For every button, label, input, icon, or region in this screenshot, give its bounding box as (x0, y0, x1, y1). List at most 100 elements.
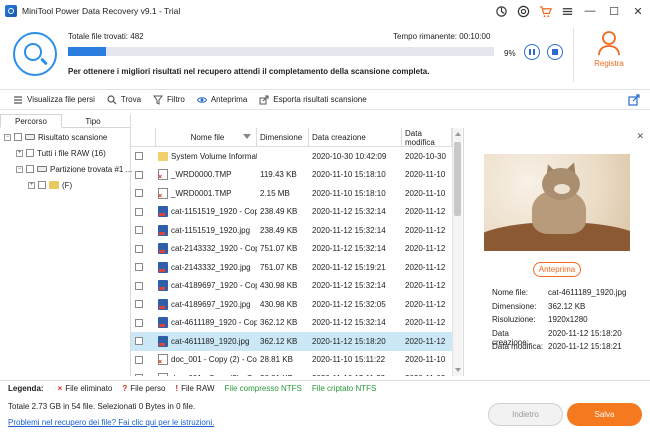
register-button[interactable]: Registra (584, 30, 634, 68)
help-link[interactable]: Problemi nel recupero dei file? Fai clic… (8, 418, 214, 427)
eye-icon (196, 96, 207, 103)
tree-node-partition[interactable]: − Partizione trovata #1 ... (16, 162, 132, 176)
legend-raw: ! File RAW (175, 384, 214, 393)
row-checkbox[interactable] (135, 355, 143, 364)
file-size: 28.81 KB (257, 374, 309, 376)
row-checkbox[interactable] (135, 244, 143, 253)
filter-label: Filtro (167, 95, 185, 104)
find-button[interactable]: Trova (107, 94, 141, 105)
file-modified: 2020-11-12 (405, 336, 446, 346)
menu-icon[interactable] (556, 0, 578, 22)
row-checkbox[interactable] (135, 170, 143, 179)
row-checkbox[interactable] (135, 226, 143, 235)
header-created[interactable]: Data creazione (309, 128, 402, 147)
row-checkbox[interactable] (135, 300, 143, 309)
table-row[interactable]: cat-1151519_1920 - Copy...238.49 KB 2020-… (131, 203, 452, 222)
table-row[interactable]: ×doc_001 - Copy (2) - Co...28.81 KB2020-… (131, 351, 452, 370)
file-modified: 2020-11-12 (405, 281, 446, 291)
back-button[interactable]: Indietro (488, 403, 563, 426)
tab-type[interactable]: Tipo (62, 114, 124, 128)
scan-magnifier-icon (13, 32, 57, 76)
header-modified[interactable]: Data modifica (402, 128, 452, 147)
table-row[interactable]: ×doc_001 - Copy (2) - Co...28.81 KB2020-… (131, 369, 452, 376)
cart-icon[interactable] (534, 0, 556, 22)
table-row[interactable]: cat-2143332_1920.jpg 751.07 KB 2020-11-12 … (131, 258, 452, 277)
row-checkbox-cell (131, 281, 156, 290)
export-results-button[interactable]: Esporta risultati scansione (259, 95, 367, 105)
file-name: doc_001 - Copy (2) - Co... (171, 374, 257, 376)
file-name-cell: cat-2143332_1920.jpg (156, 261, 257, 273)
file-size: 238.49 KB (260, 225, 298, 235)
show-lost-files-button[interactable]: Visualizza file persi (13, 95, 95, 105)
row-checkbox[interactable] (135, 374, 143, 376)
stop-scan-button[interactable] (547, 44, 563, 60)
row-checkbox[interactable] (135, 318, 143, 327)
maximize-button[interactable]: ☐ (602, 0, 626, 22)
preview-toolbar-button[interactable]: Anteprima (196, 95, 247, 105)
table-row[interactable]: cat-4611189_1920.jpg 362.12 KB 2020-11-12 … (131, 332, 452, 351)
collapse-icon[interactable]: − (4, 133, 11, 141)
collapse-icon[interactable]: − (16, 165, 23, 173)
table-row[interactable]: System Volume Information 2020-10-30 10:4… (131, 147, 452, 166)
prop-row: Dimensione: 362.12 KB (492, 302, 642, 316)
row-checkbox-cell (131, 170, 156, 179)
file-modified: 2020-11-10 (405, 355, 446, 365)
table-body: System Volume Information 2020-10-30 10:4… (131, 147, 452, 376)
pause-scan-button[interactable] (524, 44, 540, 60)
lifebuoy-icon[interactable] (512, 0, 534, 22)
tree-node-raw[interactable]: + Tutti i file RAW (16) (16, 146, 106, 160)
header-name[interactable]: Nome file (156, 128, 257, 147)
legend-lost-label: File perso (130, 384, 166, 393)
expand-icon[interactable]: + (16, 149, 23, 157)
save-button[interactable]: Salva (567, 403, 642, 426)
scan-progress-header: Totale file trovati: 482 Tempo rimanente… (0, 22, 650, 90)
file-name-cell: × _WRD0000.TMP (156, 169, 257, 181)
tree-root-checkbox[interactable] (14, 133, 22, 141)
tree-drive-checkbox[interactable] (38, 181, 46, 189)
scroll-thumb[interactable] (454, 142, 461, 216)
table-row[interactable]: × _WRD0000.TMP 119.43 KB 2020-11-10 15:18:1… (131, 166, 452, 185)
scroll-down-icon[interactable] (455, 368, 461, 372)
search-icon (107, 94, 117, 104)
expand-icon[interactable]: + (28, 181, 35, 189)
prop-row: Risoluzione: 1920x1280 (492, 315, 642, 329)
row-checkbox[interactable] (135, 152, 143, 161)
table-row[interactable]: cat-1151519_1920.jpg 238.49 KB 2020-11-12 … (131, 221, 452, 240)
scroll-up-icon[interactable] (455, 132, 461, 136)
row-checkbox[interactable] (135, 281, 143, 290)
row-checkbox[interactable] (135, 189, 143, 198)
update-icon[interactable] (490, 0, 512, 22)
deleted-mark-icon: × (158, 359, 163, 366)
table-row[interactable]: × _WRD0001.TMP 2.15 MB 2020-11-10 15:18:10 2… (131, 184, 452, 203)
header-size[interactable]: Dimensione (257, 128, 309, 147)
share-export-icon[interactable] (628, 94, 640, 106)
close-button[interactable]: ✕ (626, 0, 650, 22)
preview-button[interactable]: Anteprima (533, 262, 581, 277)
row-checkbox[interactable] (135, 207, 143, 216)
filter-button[interactable]: Filtro (153, 95, 185, 105)
table-scrollbar[interactable] (452, 128, 462, 376)
window-title: MiniTool Power Data Recovery v9.1 - Tria… (22, 6, 181, 16)
tree-node-root[interactable]: − Risultato scansione (4, 130, 107, 144)
sort-arrow-icon (243, 134, 251, 139)
tree-node-drive[interactable]: + (F) (28, 178, 72, 192)
tree-partition-checkbox[interactable] (26, 165, 34, 173)
file-name-cell: cat-4189697_1920 - Cop... (156, 280, 257, 292)
row-checkbox[interactable] (135, 337, 143, 346)
image-file-icon (158, 298, 168, 310)
table-row[interactable]: cat-2143332_1920 - Cop... 751.07 KB 2020-1… (131, 240, 452, 259)
tab-path[interactable]: Percorso (0, 114, 62, 128)
table-row[interactable]: cat-4189697_1920.jpg 430.98 KB 2020-11-12 … (131, 295, 452, 314)
file-name: doc_001 - Copy (2) - Co... (171, 355, 257, 365)
table-row[interactable]: cat-4189697_1920 - Cop... 430.98 KB 2020-1… (131, 277, 452, 296)
file-name-cell: × doc_001 - Copy (2) - Co... (156, 354, 257, 366)
prop-value: 1920x1280 (548, 315, 588, 324)
tree-raw-checkbox[interactable] (26, 149, 34, 157)
table-row[interactable]: cat-4611189_1920 - Copy...362.12 KB 2020-… (131, 314, 452, 333)
row-checkbox-cell (131, 207, 156, 216)
row-checkbox[interactable] (135, 263, 143, 272)
file-created: 2020-11-12 15:32:14 (312, 281, 386, 291)
close-preview-icon[interactable]: ✕ (636, 131, 644, 142)
file-size: 238.49 KB (260, 207, 298, 217)
minimize-button[interactable]: — (578, 0, 602, 22)
